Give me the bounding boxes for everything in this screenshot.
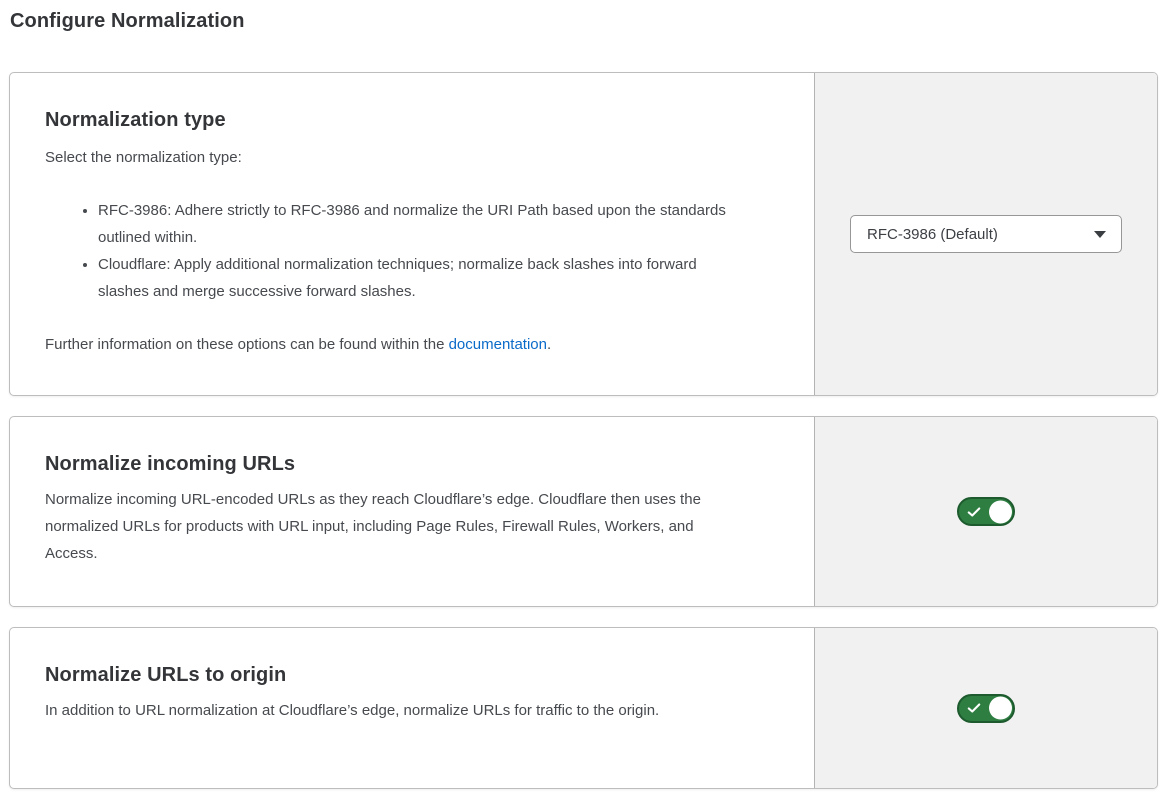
- card-footer-text: Further information on these options can…: [45, 331, 769, 358]
- card-side-panel: [814, 417, 1157, 606]
- page-title: Configure Normalization: [10, 10, 1158, 33]
- card-heading: Normalization type: [45, 109, 769, 132]
- card-description: In addition to URL normalization at Clou…: [45, 697, 745, 724]
- list-item: Cloudflare: Apply additional normalizati…: [98, 251, 745, 305]
- documentation-link[interactable]: documentation: [449, 336, 547, 353]
- footer-text-prefix: Further information on these options can…: [45, 336, 449, 353]
- card-normalize-incoming-urls: Normalize incoming URLs Normalize incomi…: [9, 416, 1158, 607]
- card-normalization-type-content: Normalization type Select the normalizat…: [10, 73, 814, 395]
- check-icon: [967, 701, 981, 715]
- card-heading: Normalize URLs to origin: [45, 664, 769, 687]
- toggle-knob: [989, 500, 1012, 523]
- normalization-options-list: RFC-3986: Adhere strictly to RFC-3986 an…: [45, 197, 745, 305]
- card-normalize-urls-to-origin: Normalize URLs to origin In addition to …: [9, 627, 1158, 789]
- card-heading: Normalize incoming URLs: [45, 453, 769, 476]
- card-normalize-urls-to-origin-content: Normalize URLs to origin In addition to …: [10, 628, 814, 788]
- settings-card-list: Normalization type Select the normalizat…: [9, 72, 1158, 789]
- card-side-panel: [814, 628, 1157, 788]
- chevron-down-icon: [1094, 231, 1106, 238]
- normalization-type-select[interactable]: RFC-3986 (Default): [850, 215, 1122, 253]
- card-description: Normalize incoming URL-encoded URLs as t…: [45, 486, 745, 567]
- check-icon: [967, 505, 981, 519]
- select-selected-value: RFC-3986 (Default): [867, 226, 1094, 243]
- card-intro-text: Select the normalization type:: [45, 144, 769, 171]
- normalize-incoming-urls-toggle[interactable]: [957, 497, 1015, 526]
- toggle-knob: [989, 697, 1012, 720]
- footer-text-suffix: .: [547, 336, 551, 353]
- list-item: RFC-3986: Adhere strictly to RFC-3986 an…: [98, 197, 745, 251]
- card-normalize-incoming-urls-content: Normalize incoming URLs Normalize incomi…: [10, 417, 814, 606]
- card-side-panel: RFC-3986 (Default): [814, 73, 1157, 395]
- normalize-urls-to-origin-toggle[interactable]: [957, 694, 1015, 723]
- card-normalization-type: Normalization type Select the normalizat…: [9, 72, 1158, 396]
